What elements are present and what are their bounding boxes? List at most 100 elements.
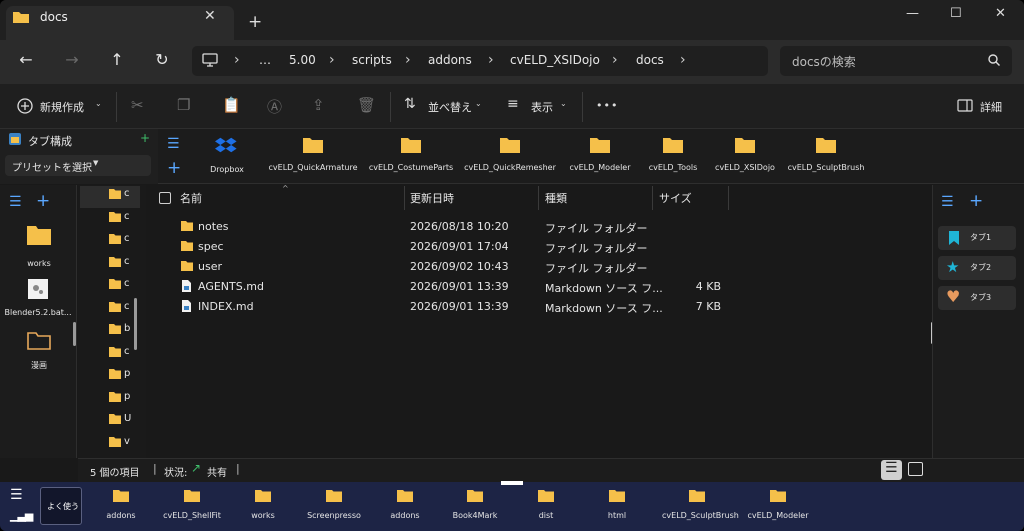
bookmark-item[interactable]: dist [511,488,581,520]
bookmark-item[interactable]: works [228,488,298,520]
more-button[interactable]: ••• [596,99,618,112]
back-icon[interactable]: ← [16,50,36,70]
tree-item[interactable]: c [108,256,130,271]
copy-icon[interactable]: ❐ [177,96,190,114]
bookmark-item[interactable]: addons [86,488,156,520]
bookmark-item[interactable]: Screenpresso [299,488,369,520]
left-item[interactable]: works [8,224,70,268]
close-window-button[interactable]: ✕ [995,6,1006,21]
divider [538,186,539,210]
tree-item[interactable]: c [108,233,130,248]
divider: | [236,462,240,475]
bookmark-item[interactable]: addons [370,488,440,520]
folder-icon [181,241,193,251]
minimize-button[interactable]: — [906,6,919,21]
chevron-right-icon: › [488,52,494,68]
bookmark-item[interactable]: cvELD_Modeler [743,488,813,520]
sort-button[interactable]: 並べ替え [428,99,472,115]
maximize-button[interactable]: ☐ [950,6,962,21]
tree-item[interactable]: p [108,368,130,383]
paste-icon[interactable]: 📋 [222,96,241,114]
folder-icon [113,490,129,502]
breadcrumb-overflow[interactable]: … [259,53,271,67]
add-item-icon[interactable]: + [36,191,50,211]
folder-icon [109,189,121,199]
close-tab-icon[interactable]: ✕ [204,8,216,24]
file-row[interactable]: AGENTS.md 2026/09/01 13:39 Markdown ソース フ.… [146,278,932,298]
hamburger-icon[interactable]: ☰ [941,194,954,210]
tab-chip-label: タブ1 [970,233,992,242]
hamburger-icon[interactable]: ☰ [10,487,23,503]
favorite-item[interactable]: Dropbox [177,136,277,174]
divider [390,92,391,122]
bookmark-item[interactable]: cvELD_SculptBrush [662,488,739,520]
tree-item[interactable]: c [108,346,130,361]
hamburger-icon[interactable]: ☰ [9,194,22,210]
column-name[interactable]: 名前 [180,190,202,206]
tree-scrollbar[interactable] [134,298,137,350]
column-size[interactable]: サイズ [659,190,692,206]
folder-icon [109,324,121,334]
left-item[interactable]: 漫画 [8,331,70,371]
resize-handle[interactable] [501,481,523,485]
tree-item[interactable]: b [108,323,130,338]
tree-item[interactable]: c [108,278,130,293]
file-row[interactable]: user 2026/09/02 10:43 ファイル フォルダー [146,258,932,278]
view-button[interactable]: 表示 [531,99,553,115]
bookmark-label: addons [106,511,136,520]
bookmark-item[interactable]: cvELD_ShellFit [157,488,227,520]
select-all-checkbox[interactable] [159,192,171,204]
favorite-item[interactable]: cvELD_SculptBrush [776,136,876,172]
tab-chip-3[interactable]: ♥ タブ3 [938,286,1016,310]
folder-icon [109,414,121,424]
tree-item[interactable]: c [108,188,130,203]
favorite-item[interactable]: cvELD_QuickRemesher [460,136,560,172]
add-tab-icon[interactable]: + [969,191,983,211]
favorite-item[interactable]: cvELD_QuickArmature [263,136,363,172]
new-button[interactable]: 新規作成 [40,99,84,115]
tree-item[interactable]: c [108,301,130,316]
folder-icon [770,490,786,502]
tree-item[interactable]: c [108,211,130,226]
file-row[interactable]: INDEX.md 2026/09/01 13:39 Markdown ソース フ..… [146,298,932,318]
bar-chart-icon[interactable]: ▁▃▅ [10,509,33,522]
delete-icon[interactable]: 🗑 [357,96,376,114]
left-item[interactable]: Blender5.2.bat... [2,278,74,317]
bookmark-item[interactable]: html [582,488,652,520]
file-name: spec [198,240,224,253]
left-scrollbar[interactable] [73,322,76,346]
cut-icon[interactable]: ✂ [131,96,144,114]
column-modified[interactable]: 更新日時 [410,190,454,206]
share-icon[interactable]: ⇪ [312,96,325,114]
column-type[interactable]: 種類 [545,190,567,206]
favorite-item[interactable]: cvELD_CostumeParts [361,136,461,172]
forward-icon[interactable]: → [62,50,82,70]
tree-item[interactable]: U [108,413,131,428]
bookmark-item[interactable]: Book4Mark [440,488,510,520]
breadcrumb-addons[interactable]: addons [428,53,472,67]
tab-chip-1[interactable]: タブ1 [938,226,1016,250]
search-icon[interactable] [988,54,1000,66]
refresh-icon[interactable]: ↻ [152,50,172,70]
up-icon[interactable]: ↑ [107,50,127,70]
breadcrumb-scripts[interactable]: scripts [352,53,392,67]
new-tab-button[interactable]: + [248,12,262,32]
file-row[interactable]: notes 2026/08/18 10:20 ファイル フォルダー [146,218,932,238]
tree-item[interactable]: v [108,436,130,451]
details-pane-icon [957,99,973,112]
tree-item-label: p [124,368,131,379]
folder-icon [735,138,755,153]
tiles-view-button[interactable] [908,462,923,476]
add-tab-config-button[interactable]: + [140,131,150,145]
tab-chip-2[interactable]: ★ タブ2 [938,256,1016,280]
chevron-right-icon: › [234,52,240,68]
file-row[interactable]: spec 2026/09/01 17:04 ファイル フォルダー [146,238,932,258]
details-button[interactable]: 詳細 [980,99,1002,115]
breadcrumb-cveld-xsidojo[interactable]: cvELD_XSIDojo [510,53,600,67]
divider: | [153,462,157,475]
rename-icon[interactable]: Ⓐ [267,96,282,117]
breadcrumb-5-00[interactable]: 5.00 [289,53,316,67]
breadcrumb-docs[interactable]: docs [636,53,664,67]
folder-icon [255,490,271,502]
tree-item[interactable]: p [108,391,130,406]
